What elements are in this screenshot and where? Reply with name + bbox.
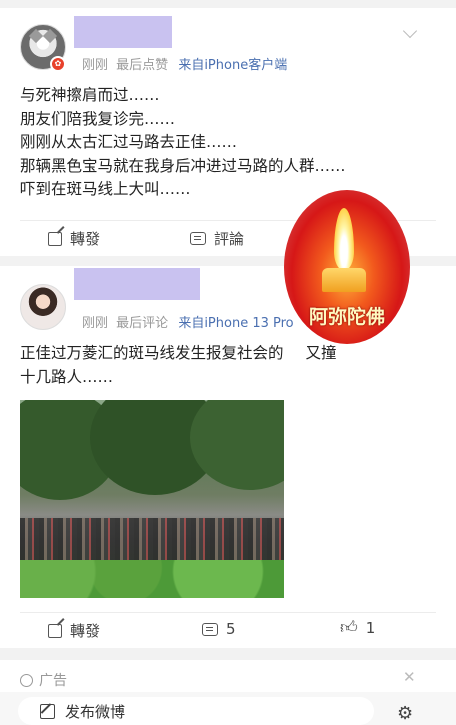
- last-action: 最后评论: [116, 316, 169, 331]
- post-line: 正佳过万菱汇的斑马线发生报复社会的 又撞: [20, 344, 337, 362]
- post-line: 十几路人……: [20, 367, 114, 386]
- edit-icon: [40, 703, 55, 719]
- post-line: 朋友们陪我复诊完……: [20, 109, 176, 128]
- like-count: 1: [365, 619, 376, 637]
- share-label: 轉發: [70, 622, 101, 640]
- post-body: 正佳过万菱汇的斑马线发生报复社会的 又撞 十几路人……: [20, 342, 337, 389]
- settings-icon[interactable]: ⚙︎: [397, 703, 413, 724]
- ad-row: 广告: [20, 670, 67, 690]
- flame-icon: [334, 208, 354, 270]
- close-icon[interactable]: ✕: [403, 668, 416, 686]
- avatar[interactable]: [20, 284, 66, 330]
- post-time: 刚刚: [82, 316, 109, 331]
- post-body: 与死神擦肩而过…… 朋友们陪我复诊完…… 刚刚从太古汇过马路去正佳…… 那辆黑色…: [20, 84, 346, 202]
- top-gap: [0, 0, 456, 8]
- comment-label: 評論: [214, 230, 245, 248]
- candle-sticker: 阿弥陀佛: [284, 190, 410, 344]
- post-meta: 刚刚 最后点赞 来自iPhone客户端: [82, 54, 287, 73]
- last-action: 最后点赞: [116, 58, 169, 73]
- post-meta: 刚刚 最后评论 来自iPhone 13 Pro: [82, 312, 294, 331]
- post-line: 与死神擦肩而过……: [20, 86, 160, 104]
- like-button[interactable]: 👍︎ 1: [340, 619, 375, 637]
- comment-button[interactable]: 評論: [190, 228, 244, 249]
- post-line-tail: 又撞: [305, 344, 337, 362]
- compose-label: 发布微博: [65, 702, 126, 721]
- post-time: 刚刚: [82, 58, 109, 73]
- comment-count: 5: [226, 620, 236, 638]
- share-label: 轉發: [70, 230, 101, 248]
- chevron-down-icon[interactable]: [402, 23, 418, 39]
- post-image[interactable]: [20, 400, 284, 598]
- comment-icon: [202, 622, 218, 636]
- post-source: 来自iPhone客户端: [178, 58, 288, 73]
- candle-icon: [322, 268, 366, 292]
- post-line: 刚刚从太古汇过马路去正佳……: [20, 133, 238, 151]
- verified-badge-icon: ✿: [50, 56, 66, 72]
- username-redacted[interactable]: [74, 268, 200, 300]
- post-line: 那辆黑色宝马就在我身后冲进过马路的人群……: [20, 156, 346, 175]
- username-redacted[interactable]: [74, 16, 172, 48]
- ad-info-icon: [20, 673, 33, 687]
- thumbs-up-icon: 👍︎: [340, 617, 358, 638]
- sticker-text: 阿弥陀佛: [308, 306, 385, 328]
- comment-icon: [190, 232, 206, 245]
- share-button[interactable]: 轉發: [48, 620, 100, 641]
- share-button[interactable]: 轉發: [48, 228, 100, 249]
- post-source: 来自iPhone 13 Pro: [178, 316, 294, 331]
- divider: [20, 612, 436, 613]
- comment-button[interactable]: 5: [202, 620, 236, 638]
- share-icon: [48, 623, 62, 638]
- post-separator: [0, 648, 456, 660]
- share-icon: [48, 231, 62, 246]
- ad-label: 广告: [39, 673, 67, 689]
- post-line: 吓到在斑马线上大叫……: [20, 180, 191, 198]
- compose-button[interactable]: 发布微博: [18, 697, 374, 725]
